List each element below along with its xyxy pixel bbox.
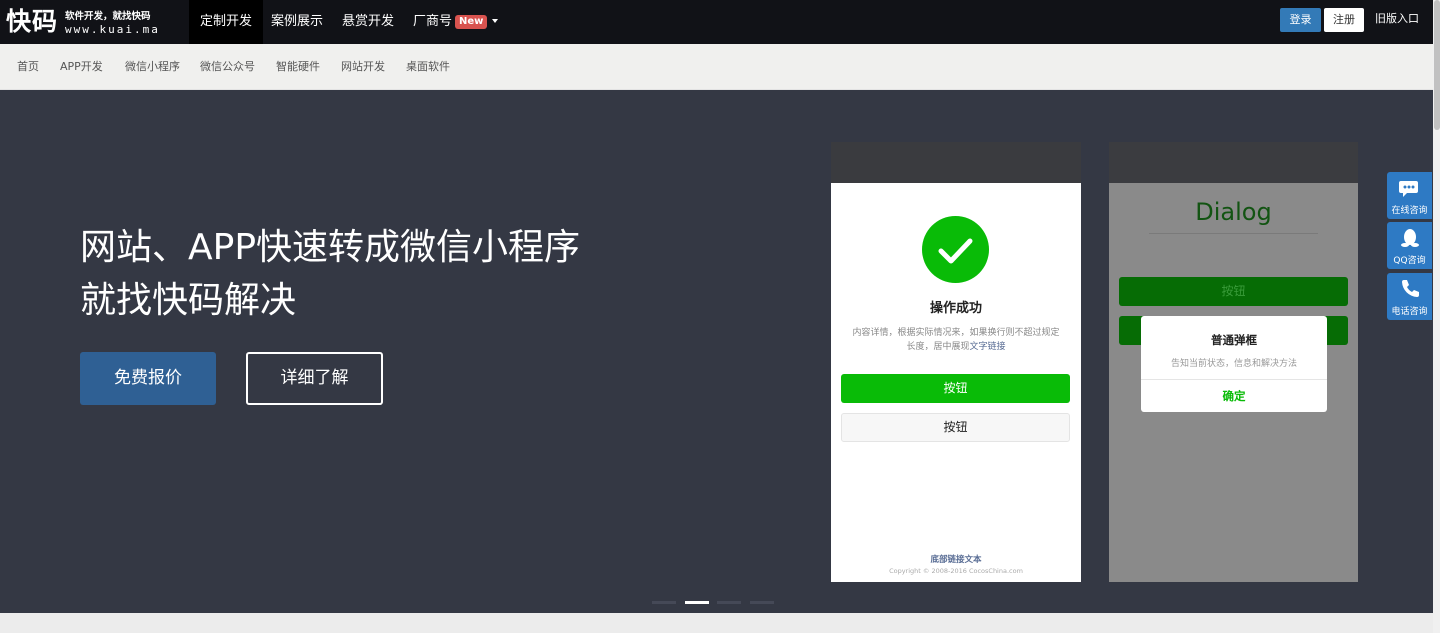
phone-consult-button[interactable]: 电话咨询 xyxy=(1387,273,1432,320)
carousel-indicator-2[interactable] xyxy=(685,601,709,604)
carousel-indicator-1[interactable] xyxy=(652,601,676,604)
subnav-item-miniprogram[interactable]: 微信小程序 xyxy=(125,44,180,90)
dialog-page-title: Dialog xyxy=(1195,198,1272,226)
qq-consult-button[interactable]: QQ咨询 xyxy=(1387,222,1432,269)
subnav-item-website[interactable]: 网站开发 xyxy=(341,44,385,90)
carousel-indicator-4[interactable] xyxy=(750,601,774,604)
hero-carousel: 网站、APP快速转成微信小程序 就找快码解决 免费报价 详细了解 操作成功 内容… xyxy=(0,90,1433,613)
phone-icon xyxy=(1402,280,1419,297)
subnav-item-hardware[interactable]: 智能硬件 xyxy=(276,44,320,90)
phone-mockup-success: 操作成功 内容详情，根据实际情况来，如果换行则不超过规定长度，居中展现文字链接 … xyxy=(831,142,1081,582)
caret-down-icon xyxy=(492,19,499,23)
scrollbar-thumb[interactable] xyxy=(1434,0,1440,130)
online-consult-button[interactable]: 在线咨询 xyxy=(1387,172,1432,219)
learn-more-button[interactable]: 详细了解 xyxy=(246,352,383,405)
category-subnav: 首页 APP开发 微信小程序 微信公众号 智能硬件 网站开发 桌面软件 xyxy=(0,44,1433,90)
chat-bubble-icon xyxy=(1399,181,1418,197)
phone-status-bar xyxy=(831,142,1081,183)
site-logo[interactable]: 快码 软件开发，就找快码 www.kuai.ma xyxy=(6,6,176,38)
text-link: 文字链接 xyxy=(969,342,1006,352)
subnav-item-home[interactable]: 首页 xyxy=(17,44,39,90)
mock-default-button: 按钮 xyxy=(841,413,1070,442)
nav-label: 案例展示 xyxy=(271,14,324,29)
subnav-item-app[interactable]: APP开发 xyxy=(60,44,103,90)
divider xyxy=(1149,233,1318,234)
nav-label: 厂商号 xyxy=(413,14,453,29)
top-navbar: 快码 软件开发，就找快码 www.kuai.ma 定制开发 案例展示 悬赏开发 … xyxy=(0,0,1433,44)
nav-bounty-development[interactable]: 悬赏开发 xyxy=(331,0,405,44)
mock-copyright: Copyright © 2008-2016 CocosChina.com xyxy=(889,567,1023,575)
nav-label: 悬赏开发 xyxy=(342,14,395,29)
new-badge: New xyxy=(455,15,488,29)
mock-footer-link: 底部链接文本 xyxy=(930,555,982,565)
subnav-item-desktop[interactable]: 桌面软件 xyxy=(406,44,450,90)
page-scrollbar[interactable] xyxy=(1433,0,1440,633)
hero-title-line1: 网站、APP快速转成微信小程序 xyxy=(80,227,581,268)
register-button[interactable]: 注册 xyxy=(1324,8,1364,32)
mock-primary-button: 按钮 xyxy=(841,374,1070,403)
logo-slogan: 软件开发，就找快码 xyxy=(65,11,151,22)
modal-text: 告知当前状态，信息和解决方法 xyxy=(1170,359,1297,369)
nav-custom-development[interactable]: 定制开发 xyxy=(189,0,264,44)
success-description: 内容详情，根据实际情况来，如果换行则不超过规定长度，居中展现文字链接 xyxy=(851,326,1061,354)
success-title: 操作成功 xyxy=(929,301,982,316)
modal-title: 普通弹框 xyxy=(1211,333,1257,347)
subnav-item-official-account[interactable]: 微信公众号 xyxy=(200,44,255,90)
carousel-indicator-3[interactable] xyxy=(717,601,741,604)
login-button[interactable]: 登录 xyxy=(1280,8,1321,32)
nav-vendor-dropdown[interactable]: 厂商号 New xyxy=(402,0,509,44)
logo-text: 快码 xyxy=(6,7,59,36)
old-version-link[interactable]: 旧版入口 xyxy=(1375,8,1419,32)
phone-status-bar xyxy=(1109,142,1358,183)
nav-case-showcase[interactable]: 案例展示 xyxy=(260,0,334,44)
free-quote-button[interactable]: 免费报价 xyxy=(80,352,216,405)
side-label: 电话咨询 xyxy=(1391,307,1428,317)
success-check-icon xyxy=(922,216,989,283)
nav-label: 定制开发 xyxy=(200,14,253,29)
hero-title-line2: 就找快码解决 xyxy=(80,280,297,321)
side-label: QQ咨询 xyxy=(1393,256,1426,266)
side-label: 在线咨询 xyxy=(1391,206,1428,216)
description-text: 内容详情，根据实际情况来，如果换行则不超过规定长度，居中展现 xyxy=(852,328,1060,352)
qq-penguin-icon xyxy=(1401,229,1419,247)
mock-primary-button: 按钮 xyxy=(1119,277,1348,306)
modal-confirm: 确定 xyxy=(1222,389,1246,403)
logo-url: www.kuai.ma xyxy=(65,23,160,36)
phone-mockup-dialog: Dialog 按钮 普通弹框 告知当前状态，信息和解决方法 确定 xyxy=(1109,142,1358,582)
mock-modal-dialog: 普通弹框 告知当前状态，信息和解决方法 确定 xyxy=(1141,316,1327,412)
